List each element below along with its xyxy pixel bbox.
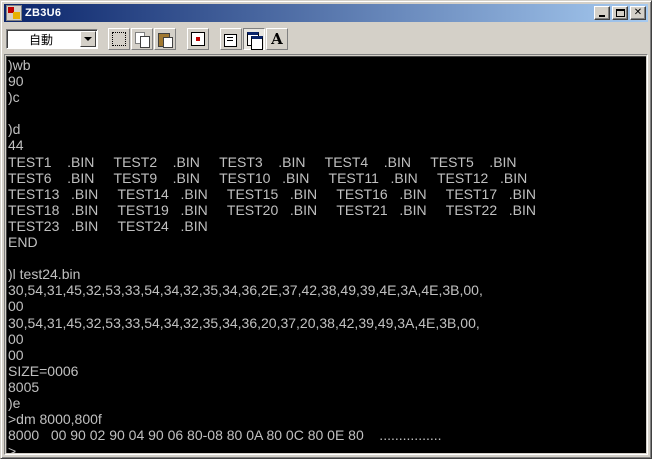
console-line: END bbox=[8, 234, 38, 251]
console-line: )e bbox=[8, 394, 21, 411]
window-title: ZB3U6 bbox=[25, 7, 62, 19]
close-button[interactable]: ✕ bbox=[630, 6, 646, 20]
minimize-icon bbox=[599, 15, 605, 17]
select-button[interactable] bbox=[108, 28, 130, 50]
console-line: 00 bbox=[8, 298, 24, 315]
console-line: TEST23 .BIN TEST24 .BIN bbox=[8, 217, 208, 234]
properties-icon bbox=[224, 32, 238, 47]
title-buttons: ✕ bbox=[592, 6, 646, 20]
font-button[interactable]: A bbox=[266, 28, 288, 50]
view-button-group bbox=[187, 28, 210, 50]
paste-icon bbox=[158, 32, 173, 48]
console-frame: )wb 90)c )d 44 TEST1 .BIN TEST2 .BIN TEST3 .… bbox=[4, 54, 648, 455]
console-line: TEST18 .BIN TEST19 .BIN TEST20 .BIN TEST… bbox=[8, 201, 537, 218]
chevron-down-icon[interactable] bbox=[80, 31, 96, 47]
minimize-button[interactable] bbox=[594, 6, 610, 20]
app-window: ZB3U6 ✕ 自動 A)wb 90)c)d 44 TEST1 .BIN … bbox=[0, 0, 652, 459]
toolbar: 自動 A bbox=[4, 25, 648, 53]
select-icon bbox=[112, 32, 126, 46]
copy-button[interactable] bbox=[131, 28, 153, 50]
console-line: )c bbox=[8, 89, 20, 106]
font-icon: A bbox=[271, 30, 283, 48]
app-icon[interactable] bbox=[6, 5, 22, 21]
console-line: TEST1 .BIN TEST2 .BIN TEST3 .BIN TEST4 .… bbox=[8, 153, 517, 170]
copy-icon bbox=[135, 32, 150, 48]
close-icon: ✕ bbox=[633, 7, 643, 18]
maximize-button[interactable] bbox=[612, 6, 628, 20]
console-line: 90 bbox=[8, 73, 24, 90]
background-button[interactable] bbox=[243, 28, 265, 50]
font-mode-select[interactable]: 自動 bbox=[6, 29, 98, 49]
settings-button-group: A bbox=[220, 28, 289, 50]
maximize-icon bbox=[616, 9, 625, 17]
console-line: )wb bbox=[8, 57, 31, 73]
console-line: TEST6 .BIN TEST9 .BIN TEST10 .BIN TEST11… bbox=[8, 169, 528, 186]
console-line: 00 bbox=[8, 330, 24, 347]
console-line: 00 bbox=[8, 346, 24, 363]
console-line: > bbox=[8, 443, 17, 453]
fullscreen-icon bbox=[191, 32, 205, 46]
console-output[interactable]: )wb 90)c )d 44 TEST1 .BIN TEST2 .BIN TEST3 .… bbox=[6, 56, 646, 453]
properties-button[interactable] bbox=[220, 28, 242, 50]
paste-button[interactable] bbox=[154, 28, 176, 50]
fullscreen-button[interactable] bbox=[187, 28, 209, 50]
background-icon bbox=[247, 32, 263, 50]
console-lines: )wb 90)c )d 44 TEST1 .BIN TEST2 .BIN TEST3 .… bbox=[8, 57, 642, 453]
console-line: )d bbox=[8, 121, 21, 138]
console-line: SIZE=0006 bbox=[8, 362, 79, 379]
console-line: TEST13 .BIN TEST14 .BIN TEST15 .BIN TEST… bbox=[8, 185, 537, 202]
console-line: >dm 8000,800f bbox=[8, 411, 102, 428]
title-bar[interactable]: ZB3U6 ✕ bbox=[4, 4, 648, 22]
font-mode-value: 自動 bbox=[29, 32, 54, 47]
console-line: 30,54,31,45,32,53,33,54,34,32,35,34,36,2… bbox=[8, 282, 483, 299]
console-line: 44 bbox=[8, 137, 24, 154]
console-line: )l test24.bin bbox=[8, 266, 81, 283]
edit-button-group bbox=[108, 28, 177, 50]
console-line: 8005 bbox=[8, 378, 40, 395]
console-line: 8000 00 90 02 90 04 90 06 80-08 80 0A 80… bbox=[8, 427, 442, 444]
console-line: 30,54,31,45,32,53,33,54,34,32,35,34,36,2… bbox=[8, 314, 480, 331]
